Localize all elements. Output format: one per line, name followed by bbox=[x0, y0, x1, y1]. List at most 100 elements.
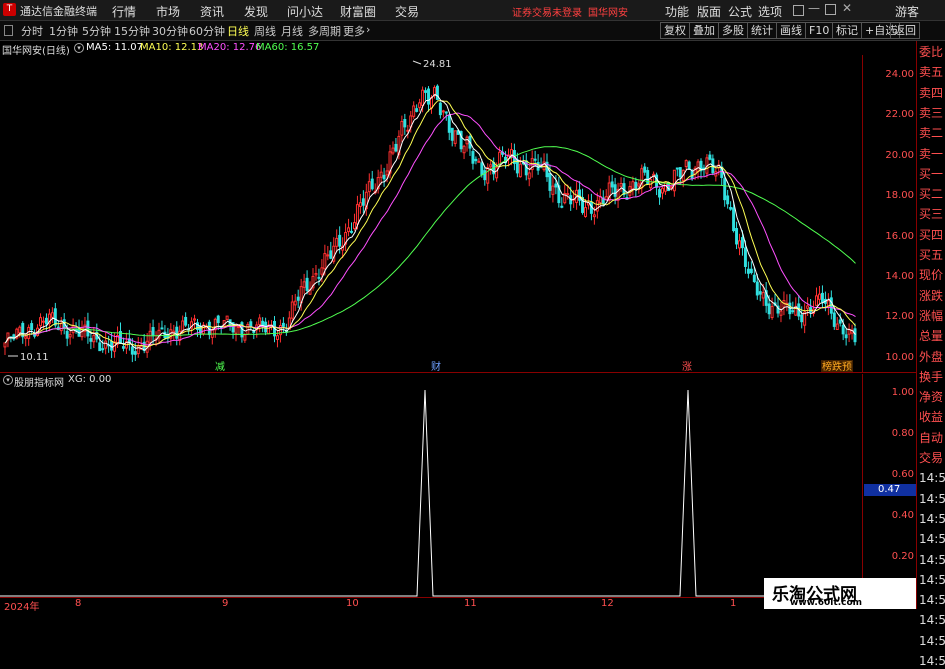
side-item[interactable]: 14:56 bbox=[919, 512, 945, 527]
side-item[interactable]: 卖一 bbox=[919, 147, 943, 162]
app-logo-icon: T bbox=[3, 3, 16, 16]
period-more[interactable]: 更多 bbox=[343, 23, 365, 39]
side-item[interactable]: 换手 bbox=[919, 370, 943, 385]
login-notice[interactable]: 证券交易未登录 bbox=[512, 4, 582, 19]
draw-line-button[interactable]: 画线 bbox=[776, 22, 806, 39]
menu-wealth[interactable]: 财富圈 bbox=[340, 3, 376, 20]
window-icon[interactable] bbox=[793, 5, 804, 16]
back-button[interactable]: 返回 bbox=[890, 22, 920, 39]
watermark-url: www.60lt.com bbox=[790, 598, 863, 608]
candle-body bbox=[800, 314, 804, 323]
side-item[interactable]: 买二 bbox=[919, 187, 943, 202]
side-item[interactable]: 14:56 bbox=[919, 553, 945, 568]
period-60min[interactable]: 60分钟 bbox=[189, 23, 225, 39]
side-item[interactable]: 交易 bbox=[919, 451, 943, 466]
menu-market[interactable]: 市场 bbox=[156, 3, 180, 20]
menu-market-quotes[interactable]: 行情 bbox=[112, 3, 136, 20]
side-item[interactable]: 买一 bbox=[919, 167, 943, 182]
stock-name-header: 国华网安 bbox=[588, 8, 628, 19]
side-item[interactable]: 外盘 bbox=[919, 350, 943, 365]
candle-body bbox=[293, 300, 297, 306]
side-item[interactable]: 14:56 bbox=[919, 532, 945, 547]
candle-body bbox=[441, 110, 445, 113]
marker-rise[interactable]: 涨 bbox=[682, 361, 692, 372]
side-item[interactable]: 14:56 bbox=[919, 613, 945, 628]
menu-layout[interactable]: 版面 bbox=[697, 3, 721, 20]
adjust-button[interactable]: 复权 bbox=[660, 22, 690, 39]
indicator-tick: 0.20 bbox=[891, 551, 914, 562]
side-item[interactable]: 14:56 bbox=[919, 471, 945, 486]
f10-button[interactable]: F10 bbox=[805, 22, 834, 39]
candle-body bbox=[752, 274, 756, 282]
menu-formula[interactable]: 公式 bbox=[728, 3, 752, 20]
menu-discover[interactable]: 发现 bbox=[244, 3, 268, 20]
menu-ask[interactable]: 问小达 bbox=[287, 3, 323, 20]
indicator-chart[interactable] bbox=[0, 387, 862, 597]
date-tick: 10 bbox=[346, 598, 359, 609]
period-daily[interactable]: 日线 bbox=[227, 23, 249, 39]
candle-body bbox=[444, 111, 448, 114]
period-monthly[interactable]: 月线 bbox=[281, 23, 303, 39]
period-30min[interactable]: 30分钟 bbox=[152, 23, 188, 39]
chevron-right-icon[interactable]: › bbox=[366, 23, 370, 36]
side-item[interactable]: 买四 bbox=[919, 228, 943, 243]
side-item[interactable]: 自动 bbox=[919, 431, 943, 446]
candlestick-chart[interactable]: 24.81 10.11 减 财 涨 榜 跌 预 bbox=[0, 55, 862, 372]
side-item[interactable]: 14:56 bbox=[919, 492, 945, 507]
multi-stock-button[interactable]: 多股 bbox=[718, 22, 748, 39]
candle-body bbox=[672, 169, 676, 192]
menu-trade[interactable]: 交易 bbox=[395, 3, 419, 20]
close-icon[interactable]: ✕ bbox=[842, 1, 852, 15]
side-item[interactable]: 净资 bbox=[919, 390, 943, 405]
high-pointer bbox=[412, 60, 422, 65]
marker-fall[interactable]: 跌 bbox=[832, 360, 842, 372]
marker-reduce[interactable]: 减 bbox=[215, 361, 225, 372]
guest-label[interactable]: 游客 bbox=[895, 3, 919, 20]
quote-side-panel[interactable]: 委比卖五卖四卖三卖二卖一买一买二买三买四买五现价涨跌涨幅总量外盘换手净资收益自动… bbox=[916, 41, 945, 668]
candle-body bbox=[551, 185, 555, 195]
mark-button[interactable]: 标记 bbox=[832, 22, 862, 39]
candle-body bbox=[498, 151, 502, 166]
side-item[interactable]: 委比 bbox=[919, 45, 943, 60]
candle-body bbox=[400, 121, 404, 136]
panel-toggle-icon[interactable] bbox=[4, 25, 13, 36]
stats-button[interactable]: 统计 bbox=[747, 22, 777, 39]
period-1min[interactable]: 1分钟 bbox=[49, 23, 78, 39]
period-multi[interactable]: 多周期 bbox=[308, 23, 341, 39]
marker-forecast[interactable]: 预 bbox=[842, 361, 852, 372]
side-item[interactable]: 买三 bbox=[919, 207, 943, 222]
side-item[interactable]: 收益 bbox=[919, 410, 943, 425]
side-item[interactable]: 涨幅 bbox=[919, 309, 943, 324]
marker-finance[interactable]: 财 bbox=[431, 360, 441, 372]
minimize-icon[interactable]: — bbox=[808, 1, 820, 15]
menu-function[interactable]: 功能 bbox=[665, 3, 689, 20]
panel-divider bbox=[0, 372, 916, 373]
side-item[interactable]: 卖二 bbox=[919, 126, 943, 141]
menu-news[interactable]: 资讯 bbox=[200, 3, 224, 20]
side-item[interactable]: 14:56 bbox=[919, 654, 945, 669]
candle-body bbox=[290, 301, 294, 319]
side-item[interactable]: 现价 bbox=[919, 268, 943, 283]
marker-list[interactable]: 榜 bbox=[822, 360, 832, 372]
candle-body bbox=[755, 281, 759, 296]
side-item[interactable]: 总量 bbox=[919, 329, 943, 344]
side-item[interactable]: 14:56 bbox=[919, 573, 945, 588]
candle-body bbox=[30, 323, 34, 331]
period-5min[interactable]: 5分钟 bbox=[82, 23, 111, 39]
side-item[interactable]: 卖三 bbox=[919, 106, 943, 121]
side-item[interactable]: 卖四 bbox=[919, 86, 943, 101]
period-15min[interactable]: 15分钟 bbox=[114, 23, 150, 39]
period-weekly[interactable]: 周线 bbox=[254, 23, 276, 39]
side-item[interactable]: 涨跌 bbox=[919, 289, 943, 304]
side-item[interactable]: 买五 bbox=[919, 248, 943, 263]
maximize-icon[interactable] bbox=[825, 4, 836, 15]
candle-body bbox=[450, 127, 454, 141]
menu-options[interactable]: 选项 bbox=[758, 3, 782, 20]
side-item[interactable]: 14:56 bbox=[919, 634, 945, 649]
side-item[interactable]: 14:56 bbox=[919, 593, 945, 608]
indicator-dropdown-icon[interactable]: ▾ bbox=[3, 375, 13, 385]
dropdown-icon[interactable]: ▾ bbox=[74, 43, 84, 53]
period-intraday[interactable]: 分时 bbox=[21, 23, 43, 39]
side-item[interactable]: 卖五 bbox=[919, 65, 943, 80]
overlay-button[interactable]: 叠加 bbox=[689, 22, 719, 39]
